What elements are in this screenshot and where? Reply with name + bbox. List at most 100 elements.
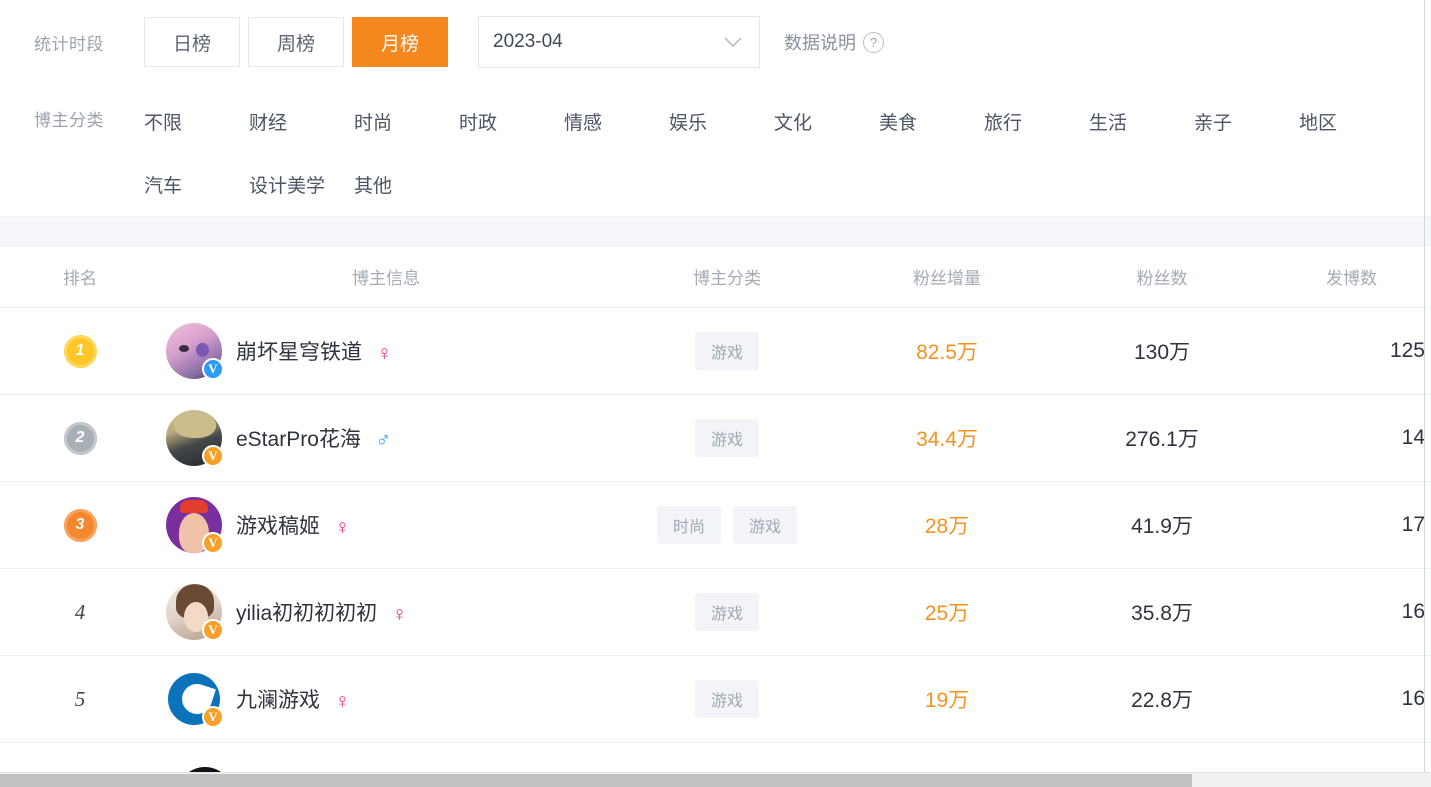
rank-medal-gold: 1	[63, 334, 97, 368]
gender-female-icon: ♀	[376, 342, 393, 366]
category-item-shizheng[interactable]: 时政	[459, 96, 564, 147]
column-header-category: 博主分类	[693, 269, 761, 288]
posts-count-cell: 14	[1401, 426, 1425, 449]
period-button-weekly[interactable]: 周榜	[248, 17, 344, 67]
category-item-buxian[interactable]: 不限	[144, 96, 249, 147]
column-header-fans-total: 粉丝数	[1136, 269, 1188, 288]
table-body: 1 V 崩坏星穹铁道 ♀ 游戏 82.5万 130万 125 2 V eStar…	[0, 308, 1431, 743]
category-cell: 游戏	[612, 680, 842, 718]
avatar[interactable]: V	[166, 584, 224, 641]
category-tag: 时尚	[656, 506, 721, 544]
category-items: 不限 财经 时尚 时政 情感 娱乐 文化 美食 旅行 生活 亲子 地区 汽车 设…	[144, 84, 1414, 216]
blogger-name[interactable]: 游戏稿姬	[236, 515, 320, 538]
blogger-cell[interactable]: V 游戏稿姬 ♀	[160, 497, 612, 554]
date-select[interactable]: 2023-04	[478, 16, 760, 68]
fans-total-cell: 276.1万	[1125, 428, 1199, 451]
category-item-lvxing[interactable]: 旅行	[984, 96, 1089, 147]
horizontal-scrollbar[interactable]	[0, 772, 1431, 787]
gender-female-icon: ♀	[391, 603, 408, 627]
rank-cell: 5	[0, 687, 160, 712]
data-note-label: 数据说明	[784, 33, 856, 53]
date-select-value: 2023-04	[493, 31, 563, 52]
fans-growth-cell: 25万	[924, 602, 970, 625]
fans-growth-cell: 82.5万	[916, 341, 978, 364]
table-row[interactable]: 3 V 游戏稿姬 ♀ 时尚 游戏 28万 41.9万 17	[0, 482, 1431, 569]
horizontal-scrollbar-thumb[interactable]	[0, 774, 1192, 787]
verified-badge-icon: V	[202, 358, 224, 380]
category-tag: 游戏	[694, 332, 759, 370]
blogger-cell[interactable]: V eStarPro花海 ♂	[160, 410, 612, 467]
period-button-monthly[interactable]: 月榜	[352, 17, 448, 67]
category-item-diqu[interactable]: 地区	[1299, 96, 1404, 147]
rank-medal-bronze: 3	[63, 508, 97, 542]
category-item-qinzi[interactable]: 亲子	[1194, 96, 1299, 147]
data-note-link[interactable]: 数据说明 ?	[784, 29, 884, 55]
column-header-posts: 发博数	[1326, 269, 1377, 288]
table-row[interactable]: 1 V 崩坏星穹铁道 ♀ 游戏 82.5万 130万 125	[0, 308, 1431, 395]
avatar[interactable]: V	[166, 671, 224, 728]
blogger-cell[interactable]: V 九澜游戏 ♀	[160, 671, 612, 728]
category-item-shishang[interactable]: 时尚	[354, 96, 459, 147]
table-row[interactable]: 2 V eStarPro花海 ♂ 游戏 34.4万 276.1万 14	[0, 395, 1431, 482]
fans-total-cell: 35.8万	[1131, 602, 1193, 625]
category-item-caijing[interactable]: 财经	[249, 96, 354, 147]
category-item-yule[interactable]: 娱乐	[669, 96, 774, 147]
gender-female-icon: ♀	[334, 690, 351, 714]
blogger-name[interactable]: eStarPro花海	[236, 428, 361, 451]
category-item-qita[interactable]: 其他	[354, 159, 459, 210]
posts-count-cell: 125	[1389, 339, 1425, 362]
period-button-daily[interactable]: 日榜	[144, 17, 240, 67]
category-cell: 游戏	[612, 332, 842, 370]
category-tag: 游戏	[694, 419, 759, 457]
category-item-shenghuo[interactable]: 生活	[1089, 96, 1194, 147]
table-header-row: 排名 博主信息 博主分类 粉丝增量 粉丝数 发博数	[0, 246, 1431, 308]
section-divider-band	[0, 216, 1431, 246]
posts-count-cell: 16	[1401, 687, 1425, 710]
avatar[interactable]: V	[166, 497, 224, 554]
rank-number: 4	[74, 599, 86, 624]
rank-cell: 2	[0, 421, 160, 455]
verified-badge-icon: V	[202, 445, 224, 467]
rank-cell: 1	[0, 334, 160, 368]
verified-badge-icon: V	[202, 532, 224, 554]
verified-badge-icon: V	[202, 619, 224, 641]
ranking-table: 排名 博主信息 博主分类 粉丝增量 粉丝数 发博数 1 V 崩坏星穹铁道 ♀ 游…	[0, 246, 1431, 743]
column-header-fans-growth: 粉丝增量	[913, 269, 981, 288]
fans-total-cell: 22.8万	[1131, 689, 1193, 712]
gender-male-icon: ♂	[375, 429, 392, 453]
blogger-name[interactable]: yilia初初初初初	[236, 602, 377, 625]
rank-cell: 4	[0, 600, 160, 625]
category-cell: 游戏	[612, 419, 842, 457]
rank-cell: 3	[0, 508, 160, 542]
fans-growth-cell: 19万	[924, 689, 970, 712]
category-cell: 时尚 游戏	[612, 506, 842, 544]
blogger-name[interactable]: 崩坏星穹铁道	[236, 341, 362, 364]
blogger-cell[interactable]: V 崩坏星穹铁道 ♀	[160, 323, 612, 380]
rank-medal-silver: 2	[63, 421, 97, 455]
chevron-down-icon	[723, 36, 743, 48]
category-item-shejimeixue[interactable]: 设计美学	[249, 159, 354, 210]
filter-panel: 统计时段 日榜 周榜 月榜 2023-04 数据说明 ? 博主分类 不限 财经 …	[0, 0, 1431, 216]
fans-growth-cell: 28万	[924, 515, 970, 538]
period-filter-row: 统计时段 日榜 周榜 月榜 2023-04 数据说明 ?	[0, 0, 1431, 84]
category-item-wenhua[interactable]: 文化	[774, 96, 879, 147]
table-row[interactable]: 4 V yilia初初初初初 ♀ 游戏 25万 35.8万 16	[0, 569, 1431, 656]
fans-growth-cell: 34.4万	[916, 428, 978, 451]
blogger-cell[interactable]: V yilia初初初初初 ♀	[160, 584, 612, 641]
column-header-rank: 排名	[63, 269, 97, 288]
question-circle-icon[interactable]: ?	[863, 31, 884, 53]
category-item-qinggan[interactable]: 情感	[564, 96, 669, 147]
blogger-name[interactable]: 九澜游戏	[236, 689, 320, 712]
category-item-meishi[interactable]: 美食	[879, 96, 984, 147]
ranking-page: 统计时段 日榜 周榜 月榜 2023-04 数据说明 ? 博主分类 不限 财经 …	[0, 0, 1431, 787]
rank-number: 5	[74, 686, 86, 711]
category-filter-label: 博主分类	[34, 111, 104, 130]
avatar[interactable]: V	[166, 323, 224, 380]
fans-total-cell: 41.9万	[1131, 515, 1193, 538]
period-filter-label: 统计时段	[34, 34, 104, 54]
verified-badge-icon: V	[202, 706, 224, 728]
table-row[interactable]: 5 V 九澜游戏 ♀ 游戏 19万 22.8万 16	[0, 656, 1431, 743]
posts-count-cell: 17	[1401, 513, 1425, 536]
category-item-qiche[interactable]: 汽车	[144, 159, 249, 210]
avatar[interactable]: V	[166, 410, 224, 467]
